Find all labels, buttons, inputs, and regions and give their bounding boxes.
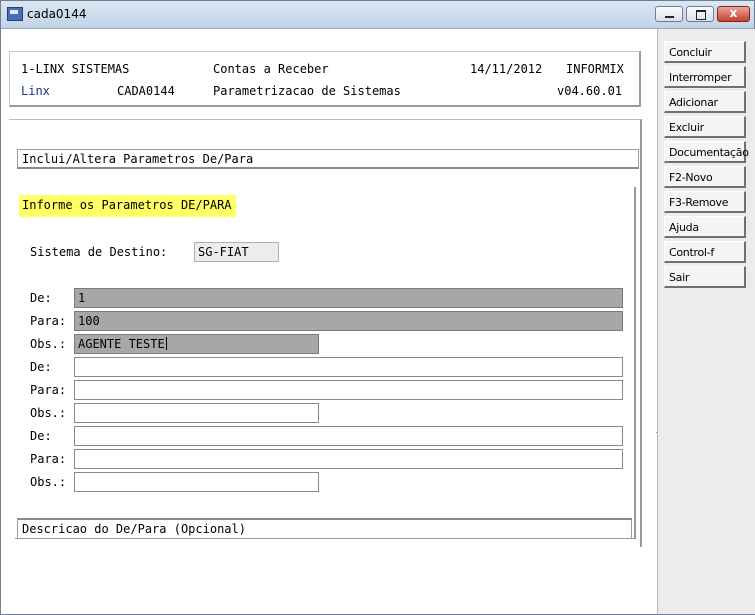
sair-button[interactable]: Sair	[664, 266, 746, 288]
de-label: De:	[30, 429, 52, 443]
interromper-button[interactable]: Interromper	[664, 66, 746, 88]
obs-field[interactable]	[74, 472, 319, 492]
close-icon: x	[729, 6, 738, 20]
obs-label: Obs.:	[30, 406, 67, 420]
obs-field-value: AGENTE TESTE	[78, 337, 165, 351]
obs-label: Obs.:	[30, 475, 67, 489]
adicionar-button[interactable]: Adicionar	[664, 91, 746, 113]
para-label: Para:	[30, 383, 67, 397]
documentacao-button[interactable]: Documentação	[664, 141, 749, 163]
app-icon	[7, 7, 23, 21]
text-cursor	[165, 337, 167, 350]
f2-novo-button[interactable]: F2-Novo	[664, 166, 746, 188]
window-title: cada0144	[27, 7, 87, 21]
obs-label: Obs.:	[30, 337, 67, 351]
close-button[interactable]: x	[717, 6, 750, 22]
concluir-button[interactable]: Concluir	[664, 41, 746, 63]
program-code: CADA0144	[117, 84, 175, 98]
form-prompt: Informe os Parametros DE/PARA	[19, 195, 236, 217]
ajuda-button[interactable]: Ajuda	[664, 216, 746, 238]
program-header: 1-LINX SISTEMAS Contas a Receber 14/11/2…	[9, 51, 641, 107]
para-field[interactable]	[74, 380, 623, 400]
program-description: Parametrizacao de Sistemas	[213, 84, 401, 98]
obs-field[interactable]	[74, 403, 319, 423]
de-label: De:	[30, 291, 52, 305]
brand-name: Linx	[21, 84, 50, 98]
de-field[interactable]	[74, 426, 623, 446]
de-field[interactable]	[74, 357, 623, 377]
action-panel: Concluir Interromper Adicionar Excluir D…	[657, 29, 755, 614]
obs-field[interactable]: AGENTE TESTE	[74, 334, 319, 354]
excluir-button[interactable]: Excluir	[664, 116, 746, 138]
de-label: De:	[30, 360, 52, 374]
operation-title: Inclui/Altera Parametros De/Para	[17, 149, 639, 169]
program-version: v04.60.01	[557, 84, 623, 98]
para-label: Para:	[30, 314, 67, 328]
para-field[interactable]	[74, 449, 623, 469]
minimize-button[interactable]	[655, 6, 683, 22]
de-field[interactable]: 1	[74, 288, 623, 308]
maximize-button[interactable]	[686, 6, 714, 22]
para-field[interactable]: 100	[74, 311, 623, 331]
title-bar[interactable]: cada0144 x	[1, 1, 754, 29]
database-name: INFORMIX	[566, 62, 624, 76]
maximize-icon	[696, 10, 706, 20]
module-name: Contas a Receber	[213, 62, 329, 76]
destino-field: SG-FIAT	[194, 242, 279, 262]
control-f-button[interactable]: Control-f	[664, 241, 746, 263]
minimize-icon	[665, 16, 674, 18]
status-bar: Descricao do De/Para (Opcional)	[17, 518, 632, 538]
destino-label: Sistema de Destino:	[30, 245, 168, 259]
app-window: cada0144 x 1-LINX SISTEMAS Contas a Rece…	[0, 0, 755, 615]
header-date: 14/11/2012	[470, 62, 543, 76]
para-label: Para:	[30, 452, 67, 466]
company-name: 1-LINX SISTEMAS	[21, 62, 130, 76]
f3-remove-button[interactable]: F3-Remove	[664, 191, 746, 213]
